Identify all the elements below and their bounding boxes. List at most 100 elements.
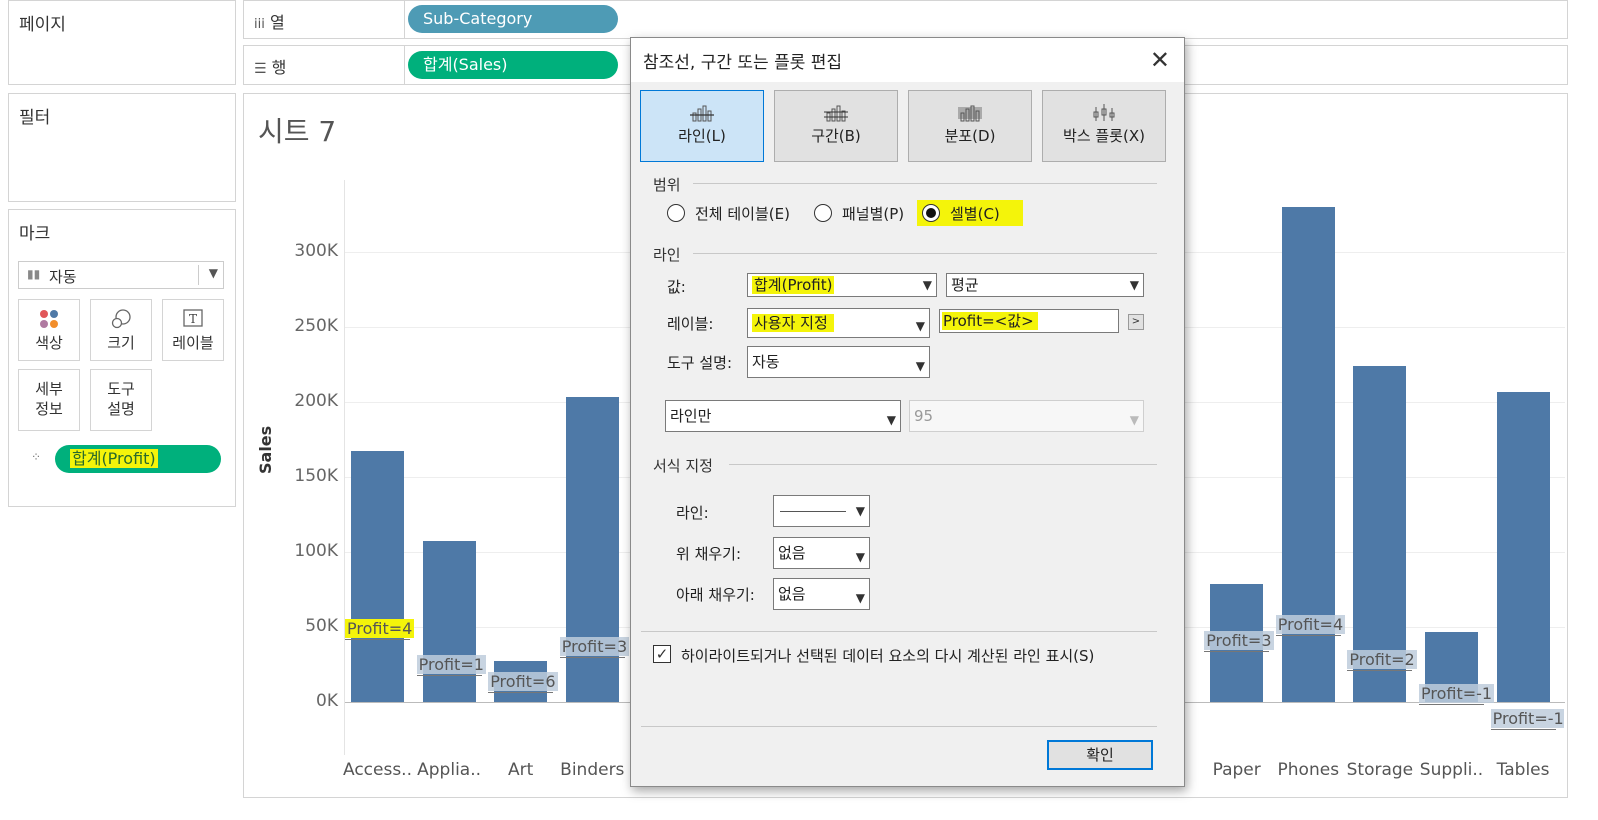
fill-below-value: 없음 xyxy=(778,585,806,603)
tooltip-label: 도구 설명: xyxy=(667,354,733,372)
detail-profit-pill-label: 합계(Profit) xyxy=(70,449,158,468)
tooltip-mode-dropdown[interactable]: 자동 ▼ xyxy=(747,346,930,378)
recalc-checkbox[interactable]: ✓ xyxy=(653,645,671,663)
chevron-down-icon: ▼ xyxy=(208,266,218,280)
tab-line-label: 라인(L) xyxy=(678,127,726,145)
size-card[interactable]: 크기 xyxy=(90,299,152,361)
line-style-preview xyxy=(780,511,846,512)
rows-shelf-label: ☰ 행 xyxy=(254,58,287,77)
sub-category-pill[interactable]: Sub-Category xyxy=(408,5,618,33)
format-divider xyxy=(729,464,1157,465)
marks-panel: 마크 ▮▮ 자동 ▼ 색상 크기 T 레이블 세부 정보 도구 설명 ⁘ 합계(… xyxy=(8,209,236,507)
label-text-input[interactable]: Profit=<값> xyxy=(939,309,1119,333)
shelf-divider xyxy=(404,1,405,38)
tooltip-mode-text: 자동 xyxy=(752,353,780,371)
fill-above-label: 위 채우기: xyxy=(676,545,742,563)
mark-type-dropdown[interactable]: ▮▮ 자동 ▼ xyxy=(18,261,224,289)
tab-box-plot-label: 박스 플롯(X) xyxy=(1063,127,1145,145)
value-aggregation-dropdown[interactable]: 평균 ▼ xyxy=(946,273,1144,297)
label-mode-dropdown[interactable]: 사용자 지정 ▼ xyxy=(747,308,930,338)
distribution-chart-icon xyxy=(958,105,982,122)
value-label: 값: xyxy=(667,278,686,296)
box-plot-icon xyxy=(1093,104,1115,121)
scope-per-cell-radio[interactable] xyxy=(922,204,940,222)
band-chart-icon xyxy=(824,105,848,122)
svg-text:T: T xyxy=(189,312,197,326)
y-axis-title: Sales xyxy=(256,425,275,474)
columns-shelf[interactable]: iii 열 Sub-Category xyxy=(243,0,1568,39)
size-icon xyxy=(111,309,131,329)
tab-band[interactable]: 구간(B) xyxy=(774,90,898,162)
footer-divider xyxy=(641,726,1157,727)
label-text-value: Profit=<값> xyxy=(942,312,1038,330)
mark-type-value: 자동 xyxy=(49,268,77,286)
tooltip-card[interactable]: 도구 설명 xyxy=(90,369,152,431)
filters-panel[interactable]: 필터 xyxy=(8,93,236,202)
line-section-title: 라인 xyxy=(653,246,681,264)
scope-per-pane-label[interactable]: 패널별(P) xyxy=(842,203,904,224)
insert-field-button[interactable]: > xyxy=(1128,314,1144,330)
scope-entire-table-radio[interactable] xyxy=(667,204,685,222)
chevron-down-icon: ▼ xyxy=(855,504,865,518)
sales-pill[interactable]: 합계(Sales) xyxy=(408,51,618,79)
recalc-checkbox-label[interactable]: 하이라이트되거나 선택된 데이터 요소의 다시 계산된 라인 표시(S) xyxy=(681,645,1094,666)
value-field-text: 합계(Profit) xyxy=(752,276,835,294)
tab-band-label: 구간(B) xyxy=(811,127,861,145)
detail-card-label-line1: 세부 xyxy=(35,380,63,398)
confidence-mode-dropdown[interactable]: 라인만 ▼ xyxy=(665,400,901,432)
confidence-value-text: 95 xyxy=(914,407,934,425)
ok-button[interactable]: 확인 xyxy=(1047,740,1153,770)
detail-profit-pill[interactable]: 합계(Profit) xyxy=(55,445,221,473)
color-card[interactable]: 색상 xyxy=(18,299,80,361)
format-line-label: 라인: xyxy=(676,504,709,522)
label-card-label: 레이블 xyxy=(172,334,214,352)
tab-distribution[interactable]: 분포(D) xyxy=(908,90,1032,162)
close-icon[interactable]: ✕ xyxy=(1150,46,1170,74)
detail-dots-icon: ⁘ xyxy=(31,450,41,464)
dialog-body: 라인(L) 구간(B) 분포(D) 박스 플롯(X) 범위 전체 테이블(E) … xyxy=(631,82,1184,786)
columns-shelf-label: iii 열 xyxy=(254,13,285,32)
chevron-down-icon: ▼ xyxy=(915,359,925,373)
chevron-down-icon: ▼ xyxy=(1129,413,1139,427)
shelf-divider xyxy=(404,46,405,84)
color-icon xyxy=(40,310,58,328)
pages-title: 페이지 xyxy=(19,15,66,35)
label-mode-text: 사용자 지정 xyxy=(752,314,834,332)
fill-below-dropdown[interactable]: 없음 ▼ xyxy=(773,578,870,610)
scope-section-title: 범위 xyxy=(653,176,681,194)
scope-divider xyxy=(693,183,1157,184)
fill-above-value: 없음 xyxy=(778,544,806,562)
color-card-label: 색상 xyxy=(35,334,63,352)
dropdown-divider xyxy=(198,265,199,285)
value-aggregation-text: 평균 xyxy=(951,276,979,294)
detail-card-label-line2: 정보 xyxy=(35,400,63,418)
chevron-down-icon: ▼ xyxy=(855,550,865,564)
label-label: 레이블: xyxy=(667,315,714,333)
chevron-down-icon: ▼ xyxy=(855,591,865,605)
tab-box-plot[interactable]: 박스 플롯(X) xyxy=(1042,90,1166,162)
tooltip-card-label-line1: 도구 xyxy=(107,380,135,398)
confidence-value-dropdown: 95 ▼ xyxy=(909,400,1144,432)
chevron-down-icon: ▼ xyxy=(915,319,925,333)
line-style-dropdown[interactable]: ▼ xyxy=(773,495,870,527)
sheet-title: 시트 7 xyxy=(258,115,337,148)
format-section-title: 서식 지정 xyxy=(653,457,713,475)
columns-icon: iii xyxy=(254,17,265,32)
text-label-icon: T xyxy=(183,309,203,327)
bar-chart-icon: ▮▮ xyxy=(27,267,41,281)
scope-entire-table-label[interactable]: 전체 테이블(E) xyxy=(695,203,790,224)
scope-per-cell-label[interactable]: 셀별(C) xyxy=(950,203,1000,224)
filters-title: 필터 xyxy=(19,108,51,128)
chevron-down-icon: ▼ xyxy=(922,278,932,292)
scope-per-pane-radio[interactable] xyxy=(814,204,832,222)
fill-below-label: 아래 채우기: xyxy=(676,586,755,604)
chevron-down-icon: ▼ xyxy=(1129,278,1139,292)
value-field-dropdown[interactable]: 합계(Profit) ▼ xyxy=(747,273,937,297)
marks-title: 마크 xyxy=(19,224,51,244)
edit-reference-line-dialog: 참조선, 구간 또는 플롯 편집 ✕ 라인(L) 구간(B) 분포(D) 박스 … xyxy=(630,37,1185,787)
tab-line[interactable]: 라인(L) xyxy=(640,90,764,162)
detail-card[interactable]: 세부 정보 xyxy=(18,369,80,431)
fill-above-dropdown[interactable]: 없음 ▼ xyxy=(773,537,870,569)
line-divider xyxy=(693,253,1157,254)
label-card[interactable]: T 레이블 xyxy=(162,299,224,361)
